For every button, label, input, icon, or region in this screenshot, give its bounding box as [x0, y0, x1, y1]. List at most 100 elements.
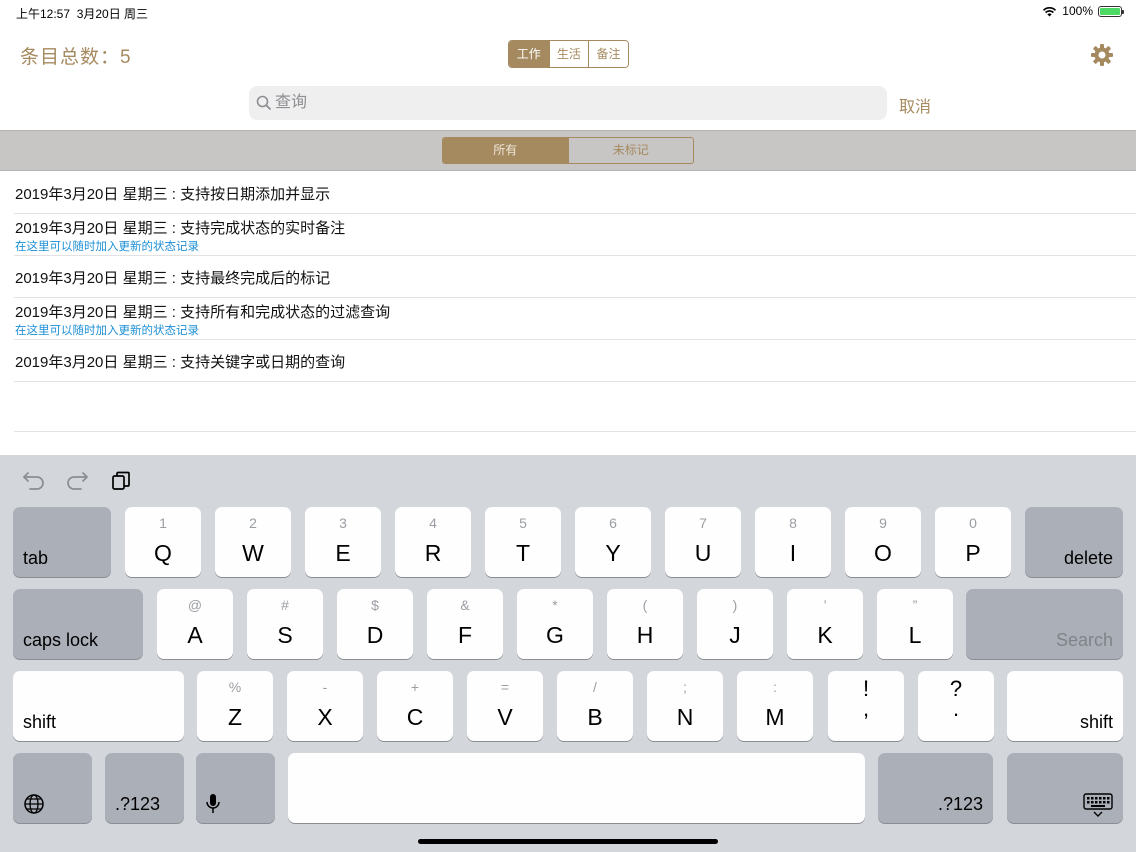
key-label: G [546, 622, 564, 648]
key-label: X [317, 704, 333, 730]
key-p[interactable]: 0P [935, 507, 1011, 577]
key-i[interactable]: 8I [755, 507, 831, 577]
key-label: U [694, 540, 712, 566]
key-exclaim-comma[interactable]: !, [828, 671, 904, 741]
key-hint: : [773, 679, 777, 695]
key-label: V [497, 704, 513, 730]
key-label: M [765, 704, 785, 730]
key-label: D [366, 622, 384, 648]
tab-notes[interactable]: 备注 [588, 41, 628, 67]
key-y[interactable]: 6Y [575, 507, 651, 577]
key-label: B [587, 704, 603, 730]
filter-unmarked[interactable]: 未标记 [567, 138, 694, 163]
list-item[interactable]: 2019年3月20日 星期三 : 支持完成状态的实时备注 在这里可以随时加入更新… [14, 214, 1136, 256]
key-label: F [457, 622, 473, 648]
category-segmented-control[interactable]: 工作 生活 备注 [508, 40, 629, 68]
key-hint: 8 [789, 515, 797, 531]
key-q[interactable]: 1Q [125, 507, 201, 577]
numbers-key-right[interactable]: .?123 [878, 753, 993, 823]
filter-segmented-control[interactable]: 所有 未标记 [442, 137, 694, 164]
keyboard-toolbar [0, 455, 1136, 505]
key-h[interactable]: (H [607, 589, 683, 659]
key-f[interactable]: & F [427, 589, 503, 659]
key-hint: 2 [249, 515, 257, 531]
key-n[interactable]: ; N [647, 671, 723, 741]
microphone-icon [206, 794, 220, 813]
delete-key[interactable]: delete [1025, 507, 1123, 577]
key-label: A [187, 622, 203, 648]
key-hint: 7 [699, 515, 707, 531]
key-hint: ; [683, 679, 687, 695]
right-shift-key[interactable]: shift [1007, 671, 1123, 741]
key-o[interactable]: 9O [845, 507, 921, 577]
key-hint: - [322, 679, 328, 695]
list-item[interactable]: 2019年3月20日 星期三 : 支持最终完成后的标记 [14, 256, 1136, 298]
key-w[interactable]: 2W [215, 507, 291, 577]
key-hint: 9 [879, 515, 887, 531]
key-label: J [729, 622, 741, 648]
space-key[interactable] [288, 753, 865, 823]
filter-bar: 所有 未标记 [0, 130, 1136, 171]
dictation-key[interactable] [196, 753, 275, 823]
undo-icon[interactable] [22, 470, 46, 490]
key-hint: ’ [823, 597, 827, 613]
filter-all[interactable]: 所有 [443, 138, 568, 163]
key-t[interactable]: 5T [485, 507, 561, 577]
item-title: 2019年3月20日 星期三 : 支持按日期添加并显示 [15, 186, 331, 203]
battery-percent: 100% [1062, 4, 1093, 18]
key-k[interactable]: ’ K [787, 589, 863, 659]
key-b[interactable]: / B [557, 671, 633, 741]
numbers-key-left[interactable]: .?123 [105, 753, 184, 823]
item-count: 条目总数：5 [20, 47, 132, 68]
list-item[interactable]: 2019年3月20日 星期三 : 支持所有和完成状态的过滤查询 在这里可以随时加… [14, 298, 1136, 340]
key-g[interactable]: * G [517, 589, 593, 659]
tab-life[interactable]: 生活 [548, 41, 589, 67]
key-label: K [817, 622, 833, 648]
cancel-button[interactable]: 取消 [899, 93, 931, 117]
item-title: 2019年3月20日 星期三 : 支持关键字或日期的查询 [15, 354, 346, 371]
gear-icon[interactable] [1089, 42, 1115, 68]
key-question-period[interactable]: ?. [918, 671, 994, 741]
keyboard-dismiss-icon [1083, 793, 1113, 817]
search-key[interactable]: Search [966, 589, 1123, 659]
key-label: S [277, 622, 293, 648]
key-hint: ( [642, 597, 648, 613]
dismiss-keyboard-key[interactable] [1007, 753, 1123, 823]
key-label: C [406, 704, 424, 730]
key-x[interactable]: -X [287, 671, 363, 741]
search-input[interactable] [275, 86, 875, 120]
key-label: R [424, 540, 442, 566]
globe-key[interactable] [13, 753, 92, 823]
left-shift-key[interactable]: shift [13, 671, 184, 741]
redo-icon[interactable] [65, 470, 89, 490]
key-r[interactable]: 4R [395, 507, 471, 577]
key-s[interactable]: # S [247, 589, 323, 659]
tab-key[interactable]: tab [13, 507, 111, 577]
item-title: 2019年3月20日 星期三 : 支持完成状态的实时备注 [15, 220, 346, 237]
key-l[interactable]: ” L [877, 589, 953, 659]
key-hint: + [410, 679, 420, 695]
paste-icon[interactable] [110, 470, 132, 492]
key-z[interactable]: % Z [197, 671, 273, 741]
key-j[interactable]: ) J [697, 589, 773, 659]
empty-row [14, 382, 1136, 432]
key-c[interactable]: + C [377, 671, 453, 741]
key-e[interactable]: 3E [305, 507, 381, 577]
key-hint: % [228, 679, 242, 695]
key-d[interactable]: $ D [337, 589, 413, 659]
key-a[interactable]: @ A [157, 589, 233, 659]
key-label: N [676, 704, 694, 730]
list-item[interactable]: 2019年3月20日 星期三 : 支持关键字或日期的查询 [14, 340, 1136, 382]
caps-lock-key[interactable]: caps lock [13, 589, 143, 659]
key-hint: 0 [969, 515, 977, 531]
tab-work[interactable]: 工作 [509, 41, 549, 67]
key-hint: / [593, 679, 597, 695]
key-v[interactable]: = V [467, 671, 543, 741]
item-title: 2019年3月20日 星期三 : 支持最终完成后的标记 [15, 270, 331, 287]
list-item[interactable]: 2019年3月20日 星期三 : 支持按日期添加并显示 [14, 172, 1136, 214]
search-bar[interactable] [249, 86, 887, 120]
key-u[interactable]: 7U [665, 507, 741, 577]
key-m[interactable]: :M [737, 671, 813, 741]
key-hint: * [552, 597, 558, 613]
battery-icon [1098, 5, 1124, 17]
